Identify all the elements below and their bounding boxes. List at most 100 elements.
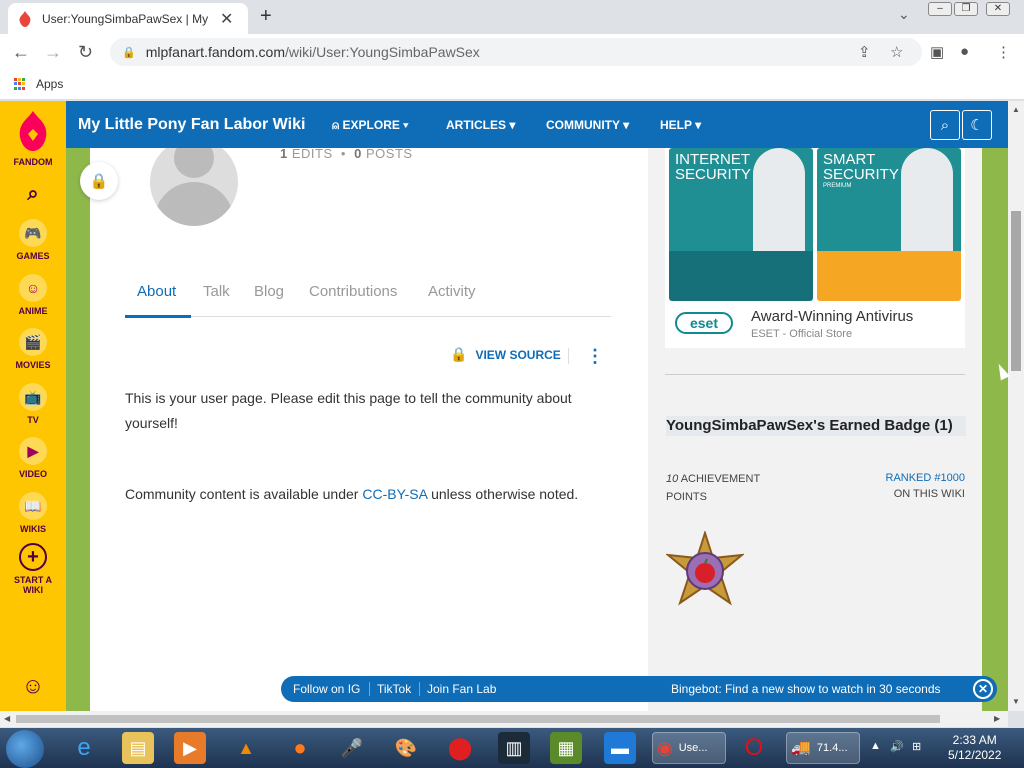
ad-product-smart-security: SMART SECURITY PREMIUM bbox=[817, 148, 961, 301]
bookmark-star-icon[interactable]: ☆ bbox=[890, 43, 903, 61]
new-tab-button[interactable]: + bbox=[260, 5, 272, 28]
file-explorer-icon[interactable]: ▤ bbox=[122, 732, 154, 764]
app-window-icon[interactable]: ▬ bbox=[604, 732, 636, 764]
system-clock[interactable]: 2:33 AM 5/12/2022 bbox=[948, 733, 1001, 763]
restore-button[interactable]: ❐ bbox=[954, 2, 978, 16]
nav-community[interactable]: COMMUNITY ▾ bbox=[546, 118, 629, 132]
paint-icon[interactable]: 🎨 bbox=[390, 732, 422, 764]
join-fan-lab-link[interactable]: Join Fan Lab bbox=[427, 682, 496, 696]
posts-count: 0 bbox=[354, 146, 362, 161]
rail-item-video[interactable]: ▶ VIDEO bbox=[0, 437, 66, 479]
divider bbox=[568, 348, 569, 364]
tab-about[interactable]: About bbox=[137, 283, 176, 300]
forward-icon[interactable]: → bbox=[44, 42, 62, 63]
microphone-icon[interactable]: 🎤 bbox=[336, 732, 368, 764]
points-value: 10 bbox=[666, 473, 679, 485]
tab-search-icon[interactable]: ⌄ bbox=[898, 6, 910, 23]
nav-help[interactable]: HELP ▾ bbox=[660, 118, 701, 132]
tab-activity[interactable]: Activity bbox=[428, 283, 476, 300]
minecraft-icon[interactable]: ▦ bbox=[550, 732, 582, 764]
bookmarks-bar: Apps bbox=[0, 70, 1024, 100]
lock-icon[interactable]: 🔒 bbox=[80, 162, 118, 200]
volume-icon[interactable]: 🔊 bbox=[890, 740, 904, 753]
tab-title: User:YoungSimbaPawSex | My Lit bbox=[42, 11, 212, 26]
close-window-button[interactable]: ✕ bbox=[986, 2, 1010, 16]
minimize-button[interactable]: – bbox=[928, 2, 952, 16]
piano-icon[interactable]: ▥ bbox=[498, 732, 530, 764]
badge-icon[interactable] bbox=[666, 531, 744, 609]
rail-item-tv[interactable]: 📺 TV bbox=[0, 383, 66, 425]
browser-tab[interactable]: User:YoungSimbaPawSex | My Lit ✕ bbox=[8, 3, 248, 34]
fandom-flame-icon bbox=[19, 111, 47, 151]
ad-product-internet-security: INTERNET SECURITY bbox=[669, 148, 813, 301]
rank-link[interactable]: RANKED #1000 bbox=[886, 470, 966, 486]
search-icon[interactable]: ⌕ bbox=[0, 183, 66, 206]
tab-talk[interactable]: Talk bbox=[203, 283, 230, 300]
rail-item-start-wiki[interactable]: + START A WIKI bbox=[0, 543, 66, 595]
rail-item-movies[interactable]: 🎬 MOVIES bbox=[0, 328, 66, 370]
reload-icon[interactable]: ↻ bbox=[78, 42, 93, 63]
nav-explore[interactable]: ⍝ EXPLORE ▾ bbox=[332, 118, 408, 133]
view-source-button[interactable]: 🔒 VIEW SOURCE bbox=[450, 346, 561, 363]
side-panel-icon[interactable]: ▣ bbox=[930, 43, 944, 61]
search-icon[interactable]: ⌕ bbox=[930, 110, 960, 140]
network-icon[interactable]: ⊞ bbox=[912, 740, 921, 753]
wiki-header: My Little Pony Fan Labor Wiki ⍝ EXPLORE … bbox=[66, 101, 1008, 148]
ad-subtitle: ESET - Official Store bbox=[751, 328, 853, 340]
scroll-thumb[interactable] bbox=[16, 715, 940, 723]
show-hidden-icons[interactable]: ▲ bbox=[870, 740, 881, 752]
rail-item-games[interactable]: 🎮 GAMES bbox=[0, 219, 66, 261]
nav-label: HELP bbox=[660, 118, 692, 132]
chrome-taskbar-button[interactable]: ◉ Use... bbox=[652, 732, 726, 764]
license-text: unless otherwise noted. bbox=[427, 486, 579, 502]
fandom-label: FANDOM bbox=[13, 157, 53, 167]
scroll-down-icon[interactable]: ▼ bbox=[1012, 697, 1020, 706]
follow-ig-link[interactable]: Follow on IG bbox=[293, 682, 360, 696]
nav-articles[interactable]: ARTICLES ▾ bbox=[446, 118, 515, 132]
tiktok-link[interactable]: TikTok bbox=[377, 682, 411, 696]
media-player-icon[interactable]: ▶ bbox=[174, 732, 206, 764]
edits-count: 1 bbox=[280, 146, 288, 161]
menu-icon[interactable]: ⋮ bbox=[996, 43, 1011, 61]
scroll-left-icon[interactable]: ◀ bbox=[4, 714, 10, 723]
lock-icon: 🔒 bbox=[450, 346, 468, 362]
close-tab-icon[interactable]: ✕ bbox=[220, 9, 233, 29]
share-icon[interactable]: ⇪ bbox=[858, 43, 871, 61]
rail-item-wikis[interactable]: 📖 WIKIS bbox=[0, 492, 66, 534]
vlc-icon[interactable]: ▲ bbox=[230, 732, 262, 764]
scroll-up-icon[interactable]: ▲ bbox=[1012, 105, 1020, 114]
firefox-icon[interactable]: ● bbox=[284, 732, 316, 764]
opera-icon[interactable]: O bbox=[738, 732, 770, 764]
clock-date: 5/12/2022 bbox=[948, 748, 1002, 762]
vertical-scrollbar[interactable]: ▲ ▼ bbox=[1008, 101, 1024, 711]
start-button[interactable] bbox=[6, 730, 44, 768]
scroll-thumb[interactable] bbox=[1011, 211, 1021, 371]
horizontal-scrollbar[interactable]: ◀ ▶ bbox=[0, 711, 1008, 727]
internet-explorer-icon[interactable]: e bbox=[68, 732, 100, 764]
scroll-right-icon[interactable]: ▶ bbox=[994, 714, 1000, 723]
profile-icon[interactable]: ● bbox=[960, 43, 969, 60]
rail-item-anime[interactable]: ☺ ANIME bbox=[0, 274, 66, 316]
bingebot-message[interactable]: Bingebot: Find a new show to watch in 30… bbox=[671, 682, 941, 696]
wikis-icon: 📖 bbox=[19, 492, 47, 520]
back-icon[interactable]: ← bbox=[12, 42, 30, 63]
avatar bbox=[150, 138, 238, 226]
lock-icon[interactable]: 🔒 bbox=[122, 46, 136, 59]
close-icon[interactable]: ✕ bbox=[973, 679, 993, 699]
apps-shortcut[interactable]: Apps bbox=[14, 77, 63, 91]
license-link[interactable]: CC-BY-SA bbox=[362, 486, 427, 502]
anime-icon: ☺ bbox=[19, 274, 47, 302]
tab-contributions[interactable]: Contributions bbox=[309, 283, 397, 300]
wiki-name[interactable]: My Little Pony Fan Labor Wiki bbox=[78, 116, 305, 134]
address-bar[interactable]: 🔒 mlpfanart.fandom.com/wiki/User:YoungSi… bbox=[110, 38, 922, 66]
dark-mode-icon[interactable]: ☾ bbox=[962, 110, 992, 140]
more-options-icon[interactable]: ⋮ bbox=[586, 346, 604, 367]
advertisement[interactable]: INTERNET SECURITY SMART SECURITY PREMIUM… bbox=[665, 148, 965, 348]
user-stats: 1 EDITS • 0 POSTS bbox=[280, 146, 413, 161]
user-account-icon[interactable]: ☺ bbox=[0, 673, 66, 699]
tab-blog[interactable]: Blog bbox=[254, 283, 284, 300]
record-icon[interactable]: ⬤ bbox=[444, 732, 476, 764]
rail-label: MOVIES bbox=[15, 360, 51, 370]
fandom-logo[interactable]: FANDOM bbox=[0, 101, 66, 167]
app-taskbar-button[interactable]: 🚚 71.4... bbox=[786, 732, 860, 764]
